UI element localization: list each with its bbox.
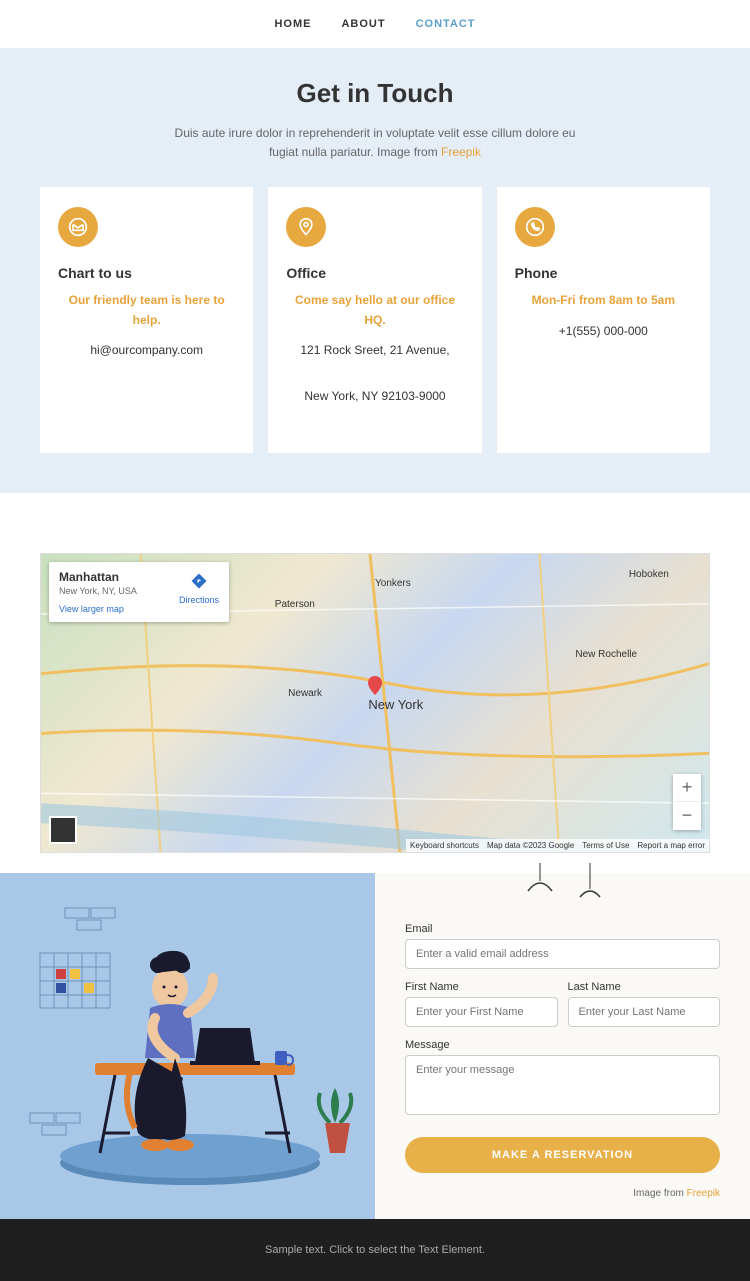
freepik-link[interactable]: Freepik — [441, 145, 481, 159]
card-phone: Phone Mon-Fri from 8am to 5am +1(555) 00… — [497, 187, 710, 453]
zoom-in-button[interactable]: + — [673, 774, 701, 802]
card-title: Chart to us — [58, 265, 235, 281]
freepik-link[interactable]: Freepik — [687, 1188, 720, 1199]
card-office: Office Come say hello at our office HQ. … — [268, 187, 481, 453]
message-label: Message — [405, 1039, 720, 1051]
map-place: Yonkers — [375, 578, 411, 589]
card-sub: Our friendly team is here to help. — [58, 291, 235, 329]
map-marker-icon — [363, 674, 387, 703]
page-title: Get in Touch — [40, 78, 710, 109]
pin-icon — [286, 207, 326, 247]
map-section: New York Yonkers Paterson Newark Hoboken… — [0, 493, 750, 873]
lamp-icon — [518, 863, 608, 913]
contact-cards: Chart to us Our friendly team is here to… — [40, 187, 710, 453]
map-place: Newark — [288, 688, 322, 699]
map-info-card: Manhattan New York, NY, USA View larger … — [49, 562, 229, 622]
page-footer: Sample text. Click to select the Text El… — [0, 1219, 750, 1281]
map-zoom-controls: + − — [673, 774, 701, 830]
firstname-field[interactable] — [405, 997, 558, 1027]
email-label: Email — [405, 923, 720, 935]
message-field[interactable] — [405, 1055, 720, 1115]
card-detail: hi@ourcompany.com — [58, 340, 235, 362]
map-place: New Rochelle — [575, 649, 637, 660]
map-attribution: Keyboard shortcuts Map data ©2023 Google… — [406, 839, 709, 852]
map-terms[interactable]: Terms of Use — [582, 841, 629, 850]
view-larger-map-link[interactable]: View larger map — [59, 604, 219, 614]
lastname-field[interactable] — [568, 997, 721, 1027]
map-shortcuts[interactable]: Keyboard shortcuts — [410, 841, 479, 850]
main-nav: HOME ABOUT CONTACT — [0, 0, 750, 48]
card-detail-line2: New York, NY 92103-9000 — [286, 386, 463, 408]
directions-button[interactable]: Directions — [179, 572, 219, 605]
submit-button[interactable]: MAKE A RESERVATION — [405, 1137, 720, 1173]
card-title: Phone — [515, 265, 692, 281]
nav-contact[interactable]: CONTACT — [416, 18, 476, 30]
card-detail-line1: 121 Rock Sreet, 21 Avenue, — [286, 340, 463, 362]
hero-section: Get in Touch Duis aute irure dolor in re… — [0, 48, 750, 493]
illustration — [0, 873, 375, 1213]
phone-icon — [515, 207, 555, 247]
card-detail: +1(555) 000-000 — [515, 321, 692, 343]
lastname-label: Last Name — [568, 981, 721, 993]
hero-subtitle: Duis aute irure dolor in reprehenderit i… — [165, 124, 585, 162]
card-title: Office — [286, 265, 463, 281]
map-report[interactable]: Report a map error — [637, 841, 705, 850]
nav-about[interactable]: ABOUT — [341, 18, 385, 30]
form-section: Email First Name Last Name Message MAKE … — [0, 873, 750, 1219]
map-satellite-thumb[interactable] — [49, 816, 77, 844]
nav-home[interactable]: HOME — [274, 18, 311, 30]
map[interactable]: New York Yonkers Paterson Newark Hoboken… — [40, 553, 710, 853]
card-sub: Come say hello at our office HQ. — [286, 291, 463, 329]
map-data: Map data ©2023 Google — [487, 841, 574, 850]
firstname-label: First Name — [405, 981, 558, 993]
map-place: Paterson — [275, 599, 315, 610]
map-place: Hoboken — [629, 569, 669, 580]
image-credit: Image from Freepik — [405, 1188, 720, 1199]
directions-label: Directions — [179, 595, 219, 605]
email-field[interactable] — [405, 939, 720, 969]
card-chat: Chart to us Our friendly team is here to… — [40, 187, 253, 453]
mail-icon — [58, 207, 98, 247]
zoom-out-button[interactable]: − — [673, 802, 701, 830]
reservation-form: Email First Name Last Name Message MAKE … — [375, 873, 750, 1219]
footer-text[interactable]: Sample text. Click to select the Text El… — [265, 1244, 485, 1256]
card-sub: Mon-Fri from 8am to 5am — [515, 291, 692, 310]
